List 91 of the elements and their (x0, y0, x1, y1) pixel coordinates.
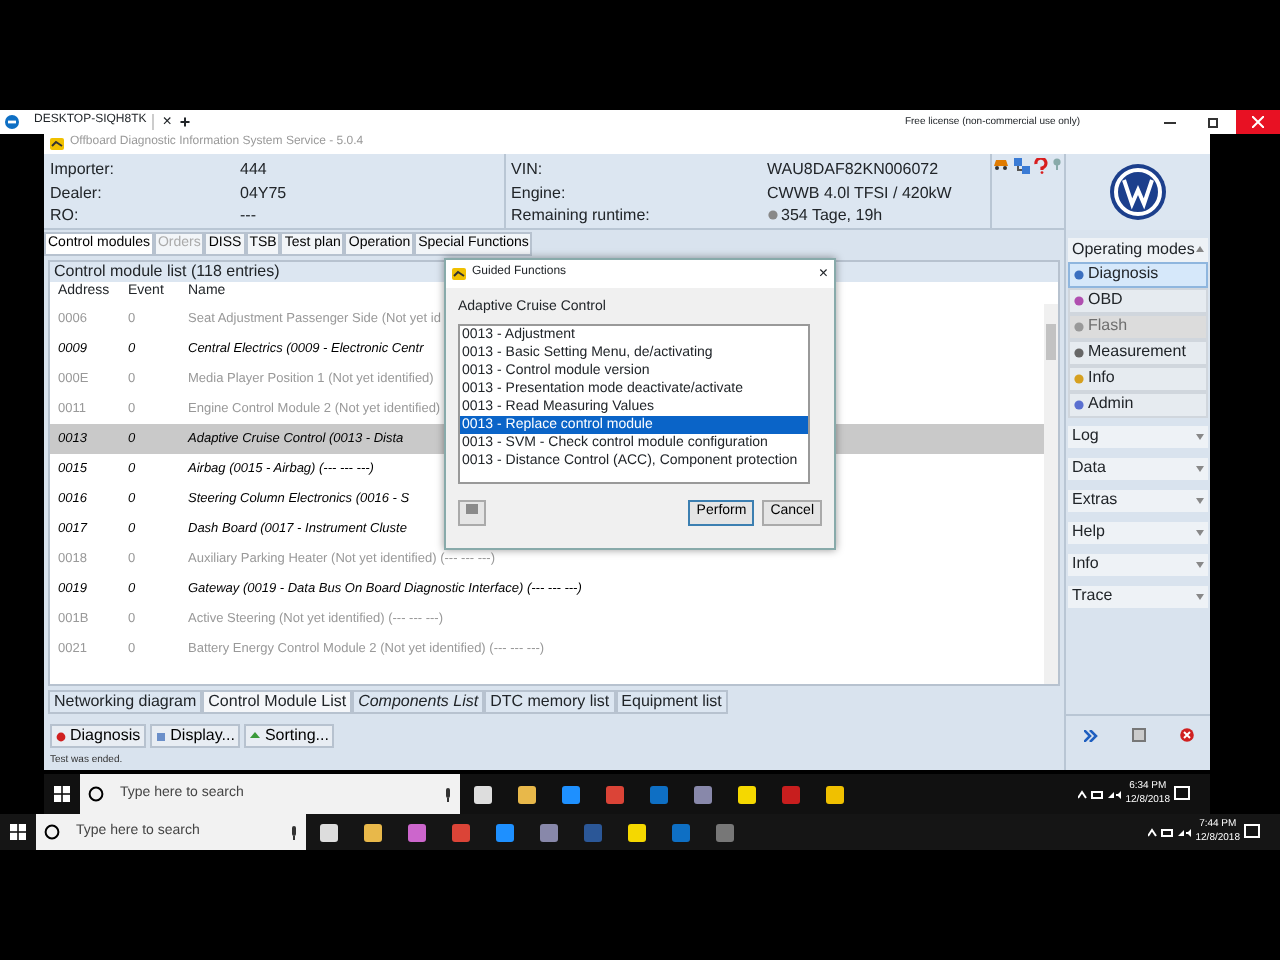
app-icon[interactable] (737, 785, 755, 803)
menu-section[interactable]: Help (1068, 521, 1208, 544)
system-tray-icon (1147, 827, 1192, 837)
info-label: RO: (50, 206, 81, 226)
sort-icon (250, 731, 261, 741)
notification-icon[interactable] (1174, 786, 1190, 802)
app-icon[interactable] (319, 823, 337, 841)
info-label: Importer: (50, 160, 117, 180)
close-button[interactable]: × (162, 112, 172, 132)
app-icon (50, 138, 64, 150)
app-icon[interactable] (825, 785, 843, 803)
menu-section[interactable]: Data (1068, 457, 1208, 480)
info-label: Engine: (511, 183, 568, 203)
windows-icon[interactable] (10, 824, 26, 840)
tab[interactable]: Control Module List (202, 690, 353, 714)
search-icon (88, 786, 104, 802)
menu-label: Help (1072, 522, 1105, 542)
menu-label: Log (1072, 426, 1099, 446)
logo-icon (1108, 162, 1168, 222)
info-label: Dealer: (50, 183, 104, 203)
mode-button[interactable]: Info (1068, 365, 1208, 392)
menu-section[interactable]: Log (1068, 425, 1208, 448)
menu-label: Data (1072, 458, 1106, 478)
menu-section[interactable]: Extras (1068, 489, 1208, 512)
icon-button[interactable] (458, 500, 486, 526)
add-tab-button[interactable]: + (179, 111, 191, 133)
app-icon[interactable] (495, 823, 513, 841)
menu-label: Info (1072, 554, 1099, 574)
caret-icon (1196, 465, 1204, 472)
mode-icon (1074, 373, 1084, 384)
microphone-icon (444, 787, 452, 801)
caret-icon (1196, 497, 1204, 504)
mode-icon (1074, 269, 1084, 280)
app-icon[interactable] (693, 785, 711, 803)
scroll-thumb[interactable] (1046, 324, 1056, 360)
action-button[interactable]: Display... (150, 724, 241, 748)
app-icon[interactable] (363, 823, 381, 841)
mode-icon (1074, 295, 1084, 306)
mode-button[interactable]: Diagnosis (1068, 261, 1208, 288)
caret-icon (1196, 593, 1204, 600)
caret-icon (1196, 246, 1204, 253)
list-icon (156, 731, 167, 741)
car-icon[interactable] (992, 158, 1011, 170)
caret-icon (1196, 529, 1204, 536)
record-icon (56, 731, 66, 741)
mode-button[interactable]: Admin (1068, 391, 1208, 418)
tab[interactable]: Equipment list (615, 690, 728, 714)
tab[interactable]: Components List (352, 690, 485, 714)
app-icon (452, 268, 466, 280)
close-button[interactable]: × (818, 264, 828, 284)
restore-icon[interactable] (1208, 116, 1220, 128)
mode-icon (1074, 347, 1084, 358)
section-title: Operating modes (1072, 240, 1195, 260)
tab[interactable]: Networking diagram (48, 690, 203, 714)
help-icon[interactable] (1034, 158, 1049, 174)
info-value: CWWB 4.0l TFSI / 420kW (767, 183, 954, 203)
app-icon[interactable] (517, 785, 535, 803)
info-label: Remaining runtime: (511, 206, 652, 226)
menu-label: Extras (1072, 490, 1118, 510)
action-button[interactable]: Sorting... (244, 724, 335, 748)
info-value: WAU8DAF82KN006072 (767, 160, 941, 180)
info-value: --- (240, 206, 258, 226)
network-icon[interactable] (1014, 158, 1031, 174)
system-tray-icon (1077, 789, 1122, 799)
mode-icon (1074, 399, 1084, 410)
search-icon (44, 824, 60, 840)
info-value: 354 Tage, 19h (781, 206, 883, 226)
double-chevron-icon[interactable] (1083, 729, 1097, 741)
windows-icon[interactable] (54, 786, 70, 802)
info-value: 444 (240, 160, 269, 180)
caret-icon (1196, 433, 1204, 440)
grid-icon[interactable] (1131, 728, 1145, 742)
mode-icon (1074, 321, 1084, 332)
app-icon[interactable] (627, 823, 645, 841)
tab[interactable]: DTC memory list (484, 690, 616, 714)
action-button[interactable]: Diagnosis (50, 724, 147, 748)
close-icon[interactable] (1179, 728, 1193, 742)
mode-button[interactable]: Measurement (1068, 339, 1208, 366)
close-icon[interactable] (1252, 116, 1264, 128)
mode-button[interactable]: OBD (1068, 287, 1208, 314)
notification-icon[interactable] (1244, 824, 1260, 840)
info-label: VIN: (511, 160, 545, 180)
caret-icon (1196, 561, 1204, 568)
info-value: 04Y75 (240, 183, 289, 203)
menu-section[interactable]: Info (1068, 553, 1208, 576)
menu-label: Trace (1072, 586, 1113, 606)
microphone-icon (290, 825, 298, 839)
menu-section[interactable]: Trace (1068, 585, 1208, 608)
minimize-icon[interactable] (1164, 116, 1176, 128)
app-icon[interactable] (473, 785, 491, 803)
app-icon[interactable] (561, 785, 579, 803)
